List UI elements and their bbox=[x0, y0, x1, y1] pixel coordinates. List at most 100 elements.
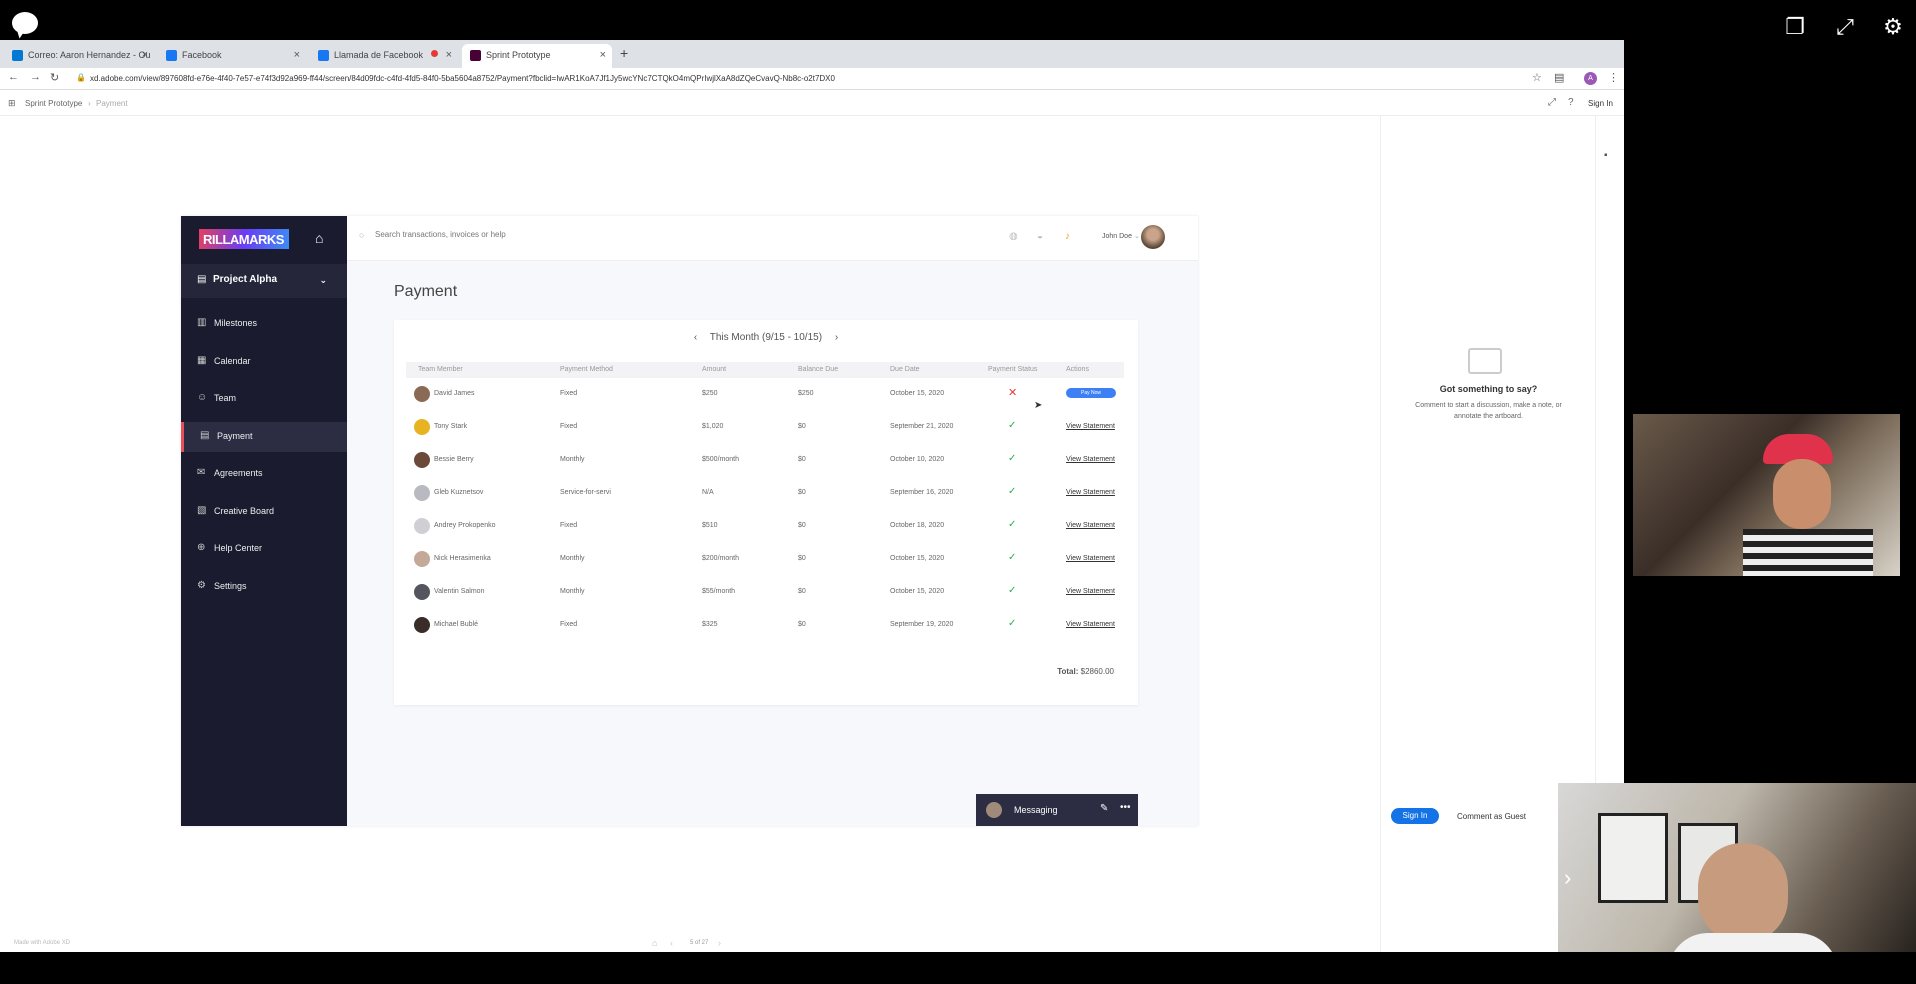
compose-icon[interactable]: ✎ bbox=[1100, 803, 1108, 814]
sidebar-item-milestones[interactable]: ▥ Milestones bbox=[181, 309, 347, 339]
sidebar-item-team[interactable]: ☺ Team bbox=[181, 384, 347, 414]
chevron-left-icon[interactable]: ‹ bbox=[670, 938, 673, 948]
sidebar-item-help-center[interactable]: ⊕ Help Center bbox=[181, 534, 347, 564]
messaging-bar[interactable]: Messaging ✎ ••• bbox=[976, 794, 1138, 826]
outlook-icon bbox=[12, 50, 23, 61]
balance-due: $0 bbox=[798, 621, 806, 628]
table-row: Tony Stark Fixed $1,020 $0 September 21, 202… bbox=[406, 411, 1124, 444]
menu-kebab-icon[interactable]: ⋮ bbox=[1608, 71, 1619, 84]
amount: $325 bbox=[702, 621, 718, 628]
avatar bbox=[414, 419, 430, 435]
member-name: David James bbox=[434, 390, 475, 397]
app-sidebar: RILLAMARKS ⌂ ▤ Project Alpha ⌄ ▥ Mileston… bbox=[181, 216, 347, 826]
amount: $200/month bbox=[702, 555, 739, 562]
period-label: This Month (9/15 - 10/15) bbox=[709, 332, 823, 343]
settings-gear-icon[interactable]: ⚙ bbox=[1878, 12, 1908, 42]
payment-method: Fixed bbox=[560, 390, 578, 397]
minimize-window-icon[interactable]: ❐ bbox=[1780, 12, 1810, 42]
tab-outlook[interactable]: Correo: Aaron Hernandez - Ou × bbox=[4, 44, 154, 68]
sidebar-item-agreements[interactable]: ✉ Agreements bbox=[181, 459, 347, 489]
column-header[interactable]: Amount bbox=[702, 366, 726, 373]
help-icon[interactable]: ? bbox=[1568, 97, 1574, 108]
chat-icon[interactable] bbox=[12, 12, 38, 34]
wall-frame bbox=[1598, 813, 1668, 903]
view-statement-link[interactable]: View Statement bbox=[1066, 456, 1115, 463]
column-header[interactable]: Payment Status bbox=[988, 366, 1037, 373]
sidebar-item-settings[interactable]: ⚙ Settings bbox=[181, 572, 347, 602]
column-header[interactable]: Due Date bbox=[890, 366, 920, 373]
avatar[interactable] bbox=[1141, 225, 1165, 249]
sidebar-item-calendar[interactable]: ▦ Calendar bbox=[181, 347, 347, 377]
signin-button[interactable]: Sign In bbox=[1391, 808, 1439, 824]
person-face bbox=[1773, 459, 1831, 529]
expand-icon[interactable]: ⤢ bbox=[1548, 97, 1556, 108]
url-field[interactable]: xd.adobe.com/view/897608fd-e76e-4f40-7e5… bbox=[90, 71, 1550, 87]
search-input[interactable]: Search transactions, invoices or help bbox=[375, 230, 775, 239]
avatar bbox=[414, 386, 430, 402]
app-header: ○ Search transactions, invoices or help … bbox=[347, 216, 1198, 261]
sidebar-item-payment[interactable]: ▤ Payment bbox=[181, 422, 347, 452]
sidebar-item-label: Help Center bbox=[214, 543, 263, 553]
column-header[interactable]: Team Member bbox=[418, 366, 463, 373]
sidebar-item-label: Calendar bbox=[214, 356, 251, 366]
check-icon: ✓ bbox=[1008, 453, 1017, 464]
view-statement-link[interactable]: View Statement bbox=[1066, 555, 1115, 562]
chevron-down-icon[interactable]: ⌄ bbox=[1134, 232, 1140, 240]
viewer-bottom-bar bbox=[0, 952, 1916, 984]
view-statement-link[interactable]: View Statement bbox=[1066, 423, 1115, 430]
due-date: October 10, 2020 bbox=[890, 456, 945, 463]
tab-facebook-call[interactable]: Llamada de Facebook × bbox=[310, 44, 458, 68]
view-statement-link[interactable]: View Statement bbox=[1066, 621, 1115, 628]
grid-view-icon[interactable]: ⊞ bbox=[8, 98, 16, 109]
close-icon[interactable]: × bbox=[600, 49, 606, 61]
chevron-left-icon[interactable]: ‹ bbox=[694, 332, 697, 343]
person-face bbox=[1698, 843, 1788, 943]
tab-sprint-prototype[interactable]: Sprint Prototype × bbox=[462, 44, 612, 68]
comment-as-guest-button[interactable]: Comment as Guest bbox=[1457, 812, 1526, 821]
close-icon[interactable]: × bbox=[294, 49, 300, 61]
amount: $55/month bbox=[702, 588, 736, 595]
period-selector: ‹ This Month (9/15 - 10/15) › bbox=[394, 332, 1138, 343]
comment-icon[interactable]: ▪ bbox=[1604, 150, 1608, 161]
close-icon[interactable]: × bbox=[142, 49, 148, 61]
profile-avatar-icon[interactable]: A bbox=[1584, 72, 1597, 85]
chat-icon[interactable]: ◒ bbox=[1037, 231, 1043, 242]
close-icon[interactable]: × bbox=[446, 49, 452, 61]
amount: $250 bbox=[702, 390, 718, 397]
reload-icon[interactable]: ↻ bbox=[50, 71, 59, 84]
globe-icon[interactable]: ◍ bbox=[1009, 231, 1018, 242]
member-name: Michael Bublé bbox=[434, 621, 478, 628]
more-icon[interactable]: ••• bbox=[1120, 802, 1131, 813]
signin-link[interactable]: Sign In bbox=[1588, 99, 1613, 108]
tab-facebook[interactable]: Facebook × bbox=[158, 44, 306, 68]
amount: N/A bbox=[702, 489, 714, 496]
view-statement-link[interactable]: View Statement bbox=[1066, 522, 1115, 529]
chevron-right-icon[interactable]: › bbox=[835, 332, 838, 343]
back-icon[interactable]: ← bbox=[8, 71, 19, 83]
project-name: Project Alpha bbox=[213, 274, 278, 285]
payment-icon: ▤ bbox=[200, 430, 210, 441]
home-icon[interactable]: ⌂ bbox=[315, 230, 323, 246]
user-name[interactable]: John Doe bbox=[1102, 233, 1132, 240]
bookmark-star-icon[interactable]: ☆ bbox=[1532, 71, 1542, 84]
new-tab-icon[interactable]: + bbox=[620, 45, 628, 61]
due-date: September 21, 2020 bbox=[890, 423, 954, 430]
expand-arrow-icon[interactable]: › bbox=[1564, 865, 1571, 891]
home-icon[interactable]: ⌂ bbox=[652, 938, 657, 948]
sidebar-item-creative-board[interactable]: ▧ Creative Board bbox=[181, 497, 347, 527]
breadcrumb-root[interactable]: Sprint Prototype bbox=[25, 99, 82, 108]
column-header[interactable]: Actions bbox=[1066, 366, 1089, 373]
view-statement-link[interactable]: View Statement bbox=[1066, 588, 1115, 595]
extension-icon[interactable]: ▤ bbox=[1554, 71, 1564, 84]
pay-now-button[interactable]: Pay Now bbox=[1066, 388, 1116, 398]
project-selector[interactable]: ▤ Project Alpha ⌄ bbox=[181, 264, 347, 298]
project-icon: ▤ bbox=[197, 274, 207, 285]
view-statement-link[interactable]: View Statement bbox=[1066, 489, 1115, 496]
fullscreen-icon[interactable]: ⤢ bbox=[1830, 12, 1860, 42]
column-header[interactable]: Payment Method bbox=[560, 366, 613, 373]
team-icon: ☺ bbox=[197, 392, 208, 403]
bell-icon[interactable]: ♪ bbox=[1065, 231, 1070, 242]
forward-icon[interactable]: → bbox=[30, 71, 41, 83]
chevron-right-icon[interactable]: › bbox=[718, 938, 721, 948]
column-header[interactable]: Balance Due bbox=[798, 366, 838, 373]
